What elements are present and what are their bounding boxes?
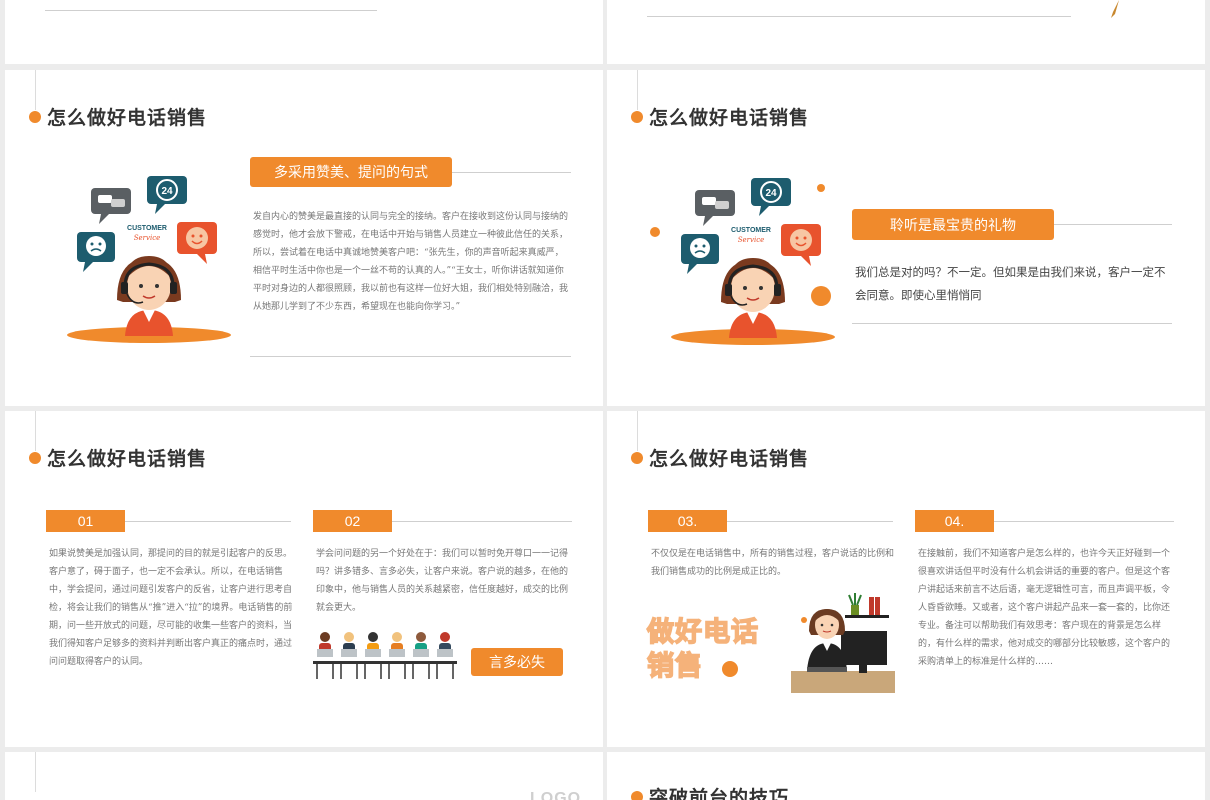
bottom-divider: [250, 356, 571, 357]
big-heading-line1: 做好电话: [646, 616, 759, 648]
customer-label: CUSTOMER: [127, 225, 167, 232]
slide-title: 突破前台的技巧: [631, 783, 789, 800]
slide-title: 怎么做好电话销售: [29, 444, 207, 471]
divider: [45, 10, 377, 11]
customer-label: CUSTOMER: [731, 227, 771, 234]
slide-questions: 怎么做好电话销售 01 如果说赞美是加强认同，那提问的目的就是引起客户的反思。客…: [5, 411, 603, 747]
service-label: Service: [134, 234, 161, 242]
service-label: Service: [738, 236, 765, 244]
item-04-text: 在接触前，我们不知道客户是怎么样的，也许今天正好碰到一个很喜欢讲话但平时没有什么…: [918, 549, 1171, 667]
orange-dot: [722, 661, 738, 677]
vertical-line: [35, 752, 36, 792]
item-02-text: 学会问问题的另一个好处在于：我们可以暂时免开尊口一一记得吗？讲多错多、言多必失，…: [316, 549, 569, 613]
slide-ratio: 怎么做好电话销售 03. 不仅仅是在电话销售中，所有的销售过程，客户说话的比例和…: [607, 411, 1205, 747]
pill-underline: [1054, 224, 1172, 225]
title-bullet-icon: [29, 110, 41, 123]
slide-title-text: 突破前台的技巧: [649, 788, 790, 800]
slide-title-text: 怎么做好电话销售: [649, 108, 810, 129]
title-bullet-icon: [631, 451, 643, 464]
slide-title-text: 怎么做好电话销售: [47, 449, 208, 470]
slide-praise: 怎么做好电话销售 24 CUSTOMER Service 多采用赞美、提问的句式…: [5, 70, 603, 406]
praise-paragraph: 发自内心的赞美是最直接的认同与完全的接纳。客户在接收到这份认同与接纳的感觉时，他…: [253, 212, 569, 312]
item-underline: [727, 521, 893, 522]
pill-underline: [452, 172, 571, 173]
customer-service-illustration: 24 CUSTOMER Service: [671, 178, 835, 345]
section-pill: 多采用赞美、提问的句式: [250, 157, 452, 187]
item-number-02: 02: [313, 510, 392, 532]
badge-24-text: 24: [161, 186, 173, 197]
item-number-01: 01: [46, 510, 125, 532]
big-heading-line2: 销售: [646, 650, 703, 682]
slide-title-text: 怎么做好电话销售: [649, 449, 810, 470]
item-underline: [994, 521, 1174, 522]
pen-decoration-icon: [1111, 0, 1119, 18]
item-number-03: 03.: [648, 510, 727, 532]
slide-top-left: [5, 0, 603, 64]
title-bullet-icon: [631, 790, 643, 800]
call-center-agent-illustration: [791, 593, 895, 693]
title-bullet-icon: [29, 451, 41, 464]
slide-title: 怎么做好电话销售: [631, 444, 809, 471]
slide-bottom-right: 突破前台的技巧: [607, 752, 1205, 800]
slide-title-text: 怎么做好电话销售: [47, 108, 208, 129]
logo-text: LOGO: [530, 790, 582, 800]
customer-service-illustration: 24 CUSTOMER Service: [67, 176, 231, 343]
slide-bottom-left: LOGO: [5, 752, 603, 800]
item-underline: [392, 521, 572, 522]
item-number-04: 04.: [915, 510, 994, 532]
divider: [647, 16, 1071, 17]
big-heading: 做好电话 销售: [646, 615, 759, 683]
badge-24-text: 24: [765, 188, 777, 199]
slide-top-right: [607, 0, 1205, 64]
item-03-text: 不仅仅是在电话销售中，所有的销售过程，客户说话的比例和我们销售成功的比例是成正比…: [651, 549, 895, 577]
item-01-text: 如果说赞美是加强认同，那提问的目的就是引起客户的反思。客户意了，碍于面子，也一定…: [49, 549, 293, 667]
slide-title: 怎么做好电话销售: [631, 103, 809, 130]
office-team-illustration: [313, 632, 457, 679]
bottom-divider: [852, 323, 1172, 324]
slide-listening: 怎么做好电话销售 24 CUSTOMER Service 聆听是最宝贵的礼物 我…: [607, 70, 1205, 406]
section-pill: 聆听是最宝贵的礼物: [852, 209, 1054, 240]
slide-title: 怎么做好电话销售: [29, 103, 207, 130]
item-underline: [125, 521, 291, 522]
talk-less-button[interactable]: 言多必失: [471, 648, 563, 676]
listening-paragraph: 我们总是对的吗？不一定。但如果是由我们来说，客户一定不会同意。即使心里悄悄同: [855, 267, 1166, 302]
title-bullet-icon: [631, 110, 643, 123]
